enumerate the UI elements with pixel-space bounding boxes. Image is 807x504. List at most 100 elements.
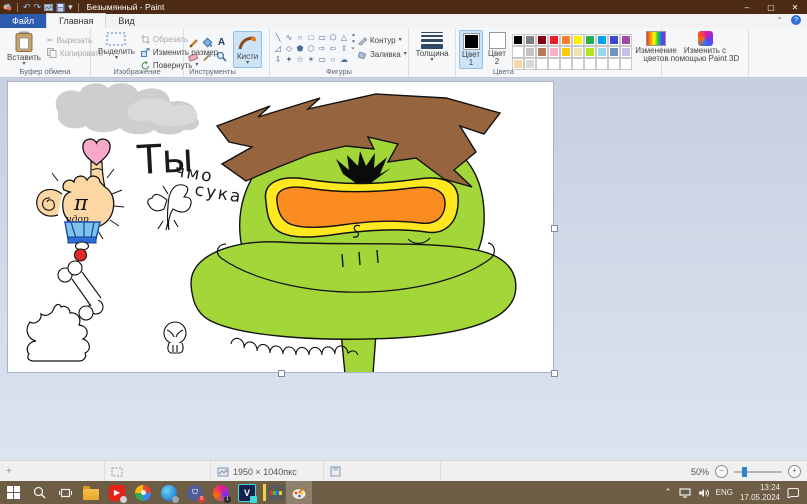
palette-swatch[interactable]	[536, 34, 548, 46]
palette-swatch[interactable]	[608, 46, 620, 58]
shape-item[interactable]: ◿	[273, 43, 283, 53]
clock[interactable]: 13:24 17.05.2024	[740, 483, 780, 501]
shape-item[interactable]: ⬟	[295, 43, 305, 53]
minimize-button[interactable]: –	[735, 0, 759, 14]
undo-icon[interactable]: ↶	[23, 3, 31, 12]
taskbar-youtube[interactable]: ▶	[104, 481, 130, 504]
palette-swatch[interactable]	[596, 34, 608, 46]
shape-item[interactable]: ⇨	[317, 43, 327, 53]
color2-button[interactable]: Цвет 2	[486, 30, 508, 69]
collapse-ribbon-icon[interactable]: ⌃	[776, 16, 783, 25]
palette-swatch[interactable]	[524, 46, 536, 58]
tray-chevron-icon[interactable]: ⌃	[664, 487, 672, 498]
palette-swatch[interactable]	[548, 46, 560, 58]
shape-item[interactable]: □	[306, 32, 316, 42]
palette-swatch[interactable]	[512, 46, 524, 58]
palette-swatch[interactable]	[572, 46, 584, 58]
tab-home[interactable]: Главная	[46, 13, 106, 28]
palette-swatch[interactable]	[620, 46, 632, 58]
tab-view[interactable]: Вид	[106, 14, 146, 28]
color-picker-tool[interactable]	[201, 50, 214, 63]
palette-swatch[interactable]	[596, 58, 608, 70]
paste-button[interactable]: Вставить ▾	[3, 30, 45, 67]
text-tool[interactable]: A	[215, 36, 228, 49]
save-icon[interactable]	[56, 3, 65, 12]
outline-button[interactable]: Контур ▾	[358, 34, 407, 46]
network-icon[interactable]	[679, 488, 691, 498]
canvas-resize-handle-right[interactable]	[551, 225, 558, 232]
color1-button[interactable]: Цвет 1	[459, 30, 483, 69]
palette-swatch[interactable]	[572, 58, 584, 70]
palette-swatch[interactable]	[620, 58, 632, 70]
shape-item[interactable]: ☁	[339, 54, 349, 64]
zoom-slider-thumb[interactable]	[742, 467, 747, 477]
palette-swatch[interactable]	[584, 58, 596, 70]
zoom-in-button[interactable]: +	[788, 465, 801, 478]
view-icon[interactable]	[44, 3, 53, 12]
palette-swatch[interactable]	[584, 34, 596, 46]
volume-icon[interactable]	[698, 488, 709, 498]
select-button[interactable]: Выделить ▾	[94, 30, 139, 71]
palette-swatch[interactable]	[560, 34, 572, 46]
palette-swatch[interactable]	[608, 58, 620, 70]
shape-item[interactable]: ◇	[284, 43, 294, 53]
zoom-out-button[interactable]: –	[715, 465, 728, 478]
palette-swatch[interactable]	[548, 34, 560, 46]
pencil-tool[interactable]	[187, 36, 200, 49]
close-button[interactable]: ✕	[783, 0, 807, 14]
palette-swatch[interactable]	[596, 46, 608, 58]
palette-swatch[interactable]	[572, 34, 584, 46]
shape-item[interactable]: ☆	[295, 54, 305, 64]
shape-item[interactable]: ⬠	[328, 32, 338, 42]
search-button[interactable]	[26, 481, 52, 504]
maximize-button[interactable]: ▢	[759, 0, 783, 14]
taskbar-browser-profile[interactable]	[156, 481, 182, 504]
shapes-scroll[interactable]: ▲▼⏷	[351, 30, 356, 67]
palette-swatch[interactable]	[620, 34, 632, 46]
palette-swatch[interactable]	[560, 46, 572, 58]
language-indicator[interactable]: ENG	[716, 488, 733, 497]
palette-swatch[interactable]	[512, 34, 524, 46]
shape-item[interactable]: ▭	[317, 54, 327, 64]
taskbar-media-player[interactable]	[260, 481, 286, 504]
shape-item[interactable]: ○	[328, 54, 338, 64]
eraser-tool[interactable]	[187, 50, 200, 63]
shape-item[interactable]: ⇩	[273, 54, 283, 64]
start-button[interactable]	[0, 481, 26, 504]
action-center-icon[interactable]	[787, 487, 799, 498]
shape-item[interactable]: ○	[295, 32, 305, 42]
palette-swatch[interactable]	[524, 34, 536, 46]
shape-fill-button[interactable]: Заливка ▾	[358, 48, 407, 60]
tab-file[interactable]: Файл	[0, 14, 46, 28]
task-view-button[interactable]	[52, 481, 78, 504]
taskbar-discord[interactable]: ᗜ9	[182, 481, 208, 504]
canvas-resize-handle-bottom[interactable]	[278, 370, 285, 377]
redo-icon[interactable]: ↷	[34, 3, 42, 12]
palette-swatch[interactable]	[560, 58, 572, 70]
magnifier-tool[interactable]	[215, 50, 228, 63]
palette-swatch[interactable]	[536, 46, 548, 58]
qat-dropdown-icon[interactable]: ▾	[68, 3, 73, 12]
size-button[interactable]: Толщина ▾	[409, 28, 455, 77]
shape-item[interactable]: ✶	[306, 54, 316, 64]
shape-item[interactable]: ▭	[317, 32, 327, 42]
zoom-slider[interactable]	[734, 471, 782, 473]
taskbar-paint[interactable]	[286, 481, 312, 504]
shape-item[interactable]: ⇦	[328, 43, 338, 53]
drawing-canvas[interactable]: Ты чмо сука	[8, 82, 553, 372]
paint3d-button[interactable]: Изменить с помощью Paint 3D	[662, 28, 748, 77]
canvas-resize-handle-corner[interactable]	[551, 370, 558, 377]
brushes-button[interactable]: Кисти ▾	[233, 31, 262, 68]
shape-item[interactable]: ∿	[284, 32, 294, 42]
shape-item[interactable]: △	[339, 32, 349, 42]
taskbar-video-editor[interactable]: V	[234, 481, 260, 504]
fill-tool[interactable]	[201, 36, 214, 49]
palette-swatch[interactable]	[608, 34, 620, 46]
shape-item[interactable]: ⇧	[339, 43, 349, 53]
shape-item[interactable]: ⬡	[306, 43, 316, 53]
palette-swatch[interactable]	[584, 46, 596, 58]
shape-item[interactable]: ✦	[284, 54, 294, 64]
taskbar-paint3d-app[interactable]: 1	[208, 481, 234, 504]
shape-item[interactable]: ╲	[273, 32, 283, 42]
taskbar-google-photos[interactable]	[130, 481, 156, 504]
